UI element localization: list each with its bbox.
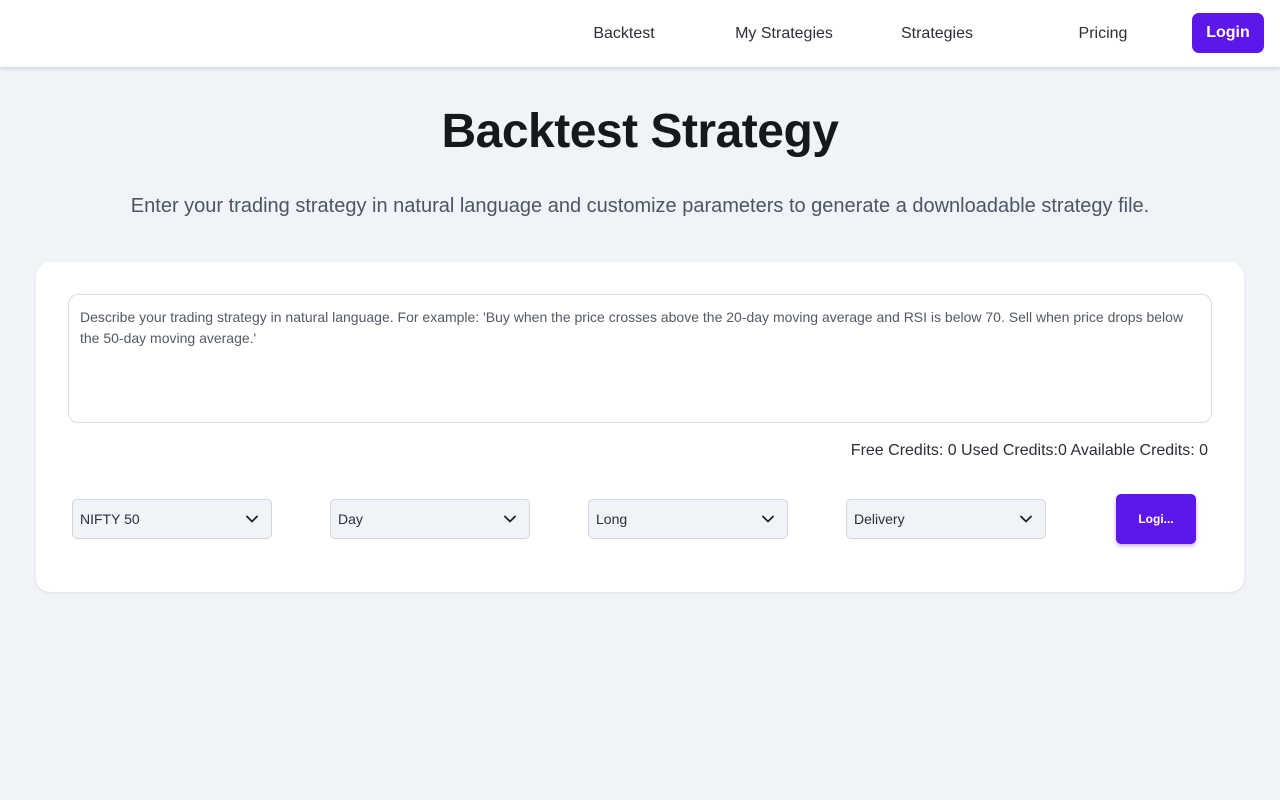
position-select-value: Long [596,511,628,527]
nav-link-strategies[interactable]: Strategies [892,0,982,67]
submit-login-button[interactable]: Logi... [1116,494,1196,544]
chevron-down-icon [1020,515,1032,523]
strategy-description-input[interactable]: Describe your trading strategy in natura… [68,294,1212,423]
index-select-value: NIFTY 50 [80,511,140,527]
strategy-description-placeholder: Describe your trading strategy in natura… [80,309,1184,346]
login-button[interactable]: Login [1192,13,1264,53]
nav-link-pricing[interactable]: Pricing [1068,0,1138,67]
chevron-down-icon [762,515,774,523]
credits-summary: Free Credits: 0 Used Credits:0 Available… [850,442,1208,459]
index-select[interactable]: NIFTY 50 [72,499,272,539]
timeframe-select-value: Day [338,511,363,527]
timeframe-select[interactable]: Day [330,499,530,539]
page-subtitle: Enter your trading strategy in natural l… [130,195,1150,217]
nav-link-backtest[interactable]: Backtest [580,0,668,67]
chevron-down-icon [504,515,516,523]
trade-type-select[interactable]: Delivery [846,499,1046,539]
trade-type-select-value: Delivery [854,511,905,527]
position-select[interactable]: Long [588,499,788,539]
top-navbar: Backtest My Strategies Strategies Pricin… [0,0,1280,67]
strategy-form-card: Describe your trading strategy in natura… [36,262,1244,592]
nav-link-my-strategies[interactable]: My Strategies [728,0,840,67]
page-title: Backtest Strategy [441,105,839,158]
chevron-down-icon [246,515,258,523]
